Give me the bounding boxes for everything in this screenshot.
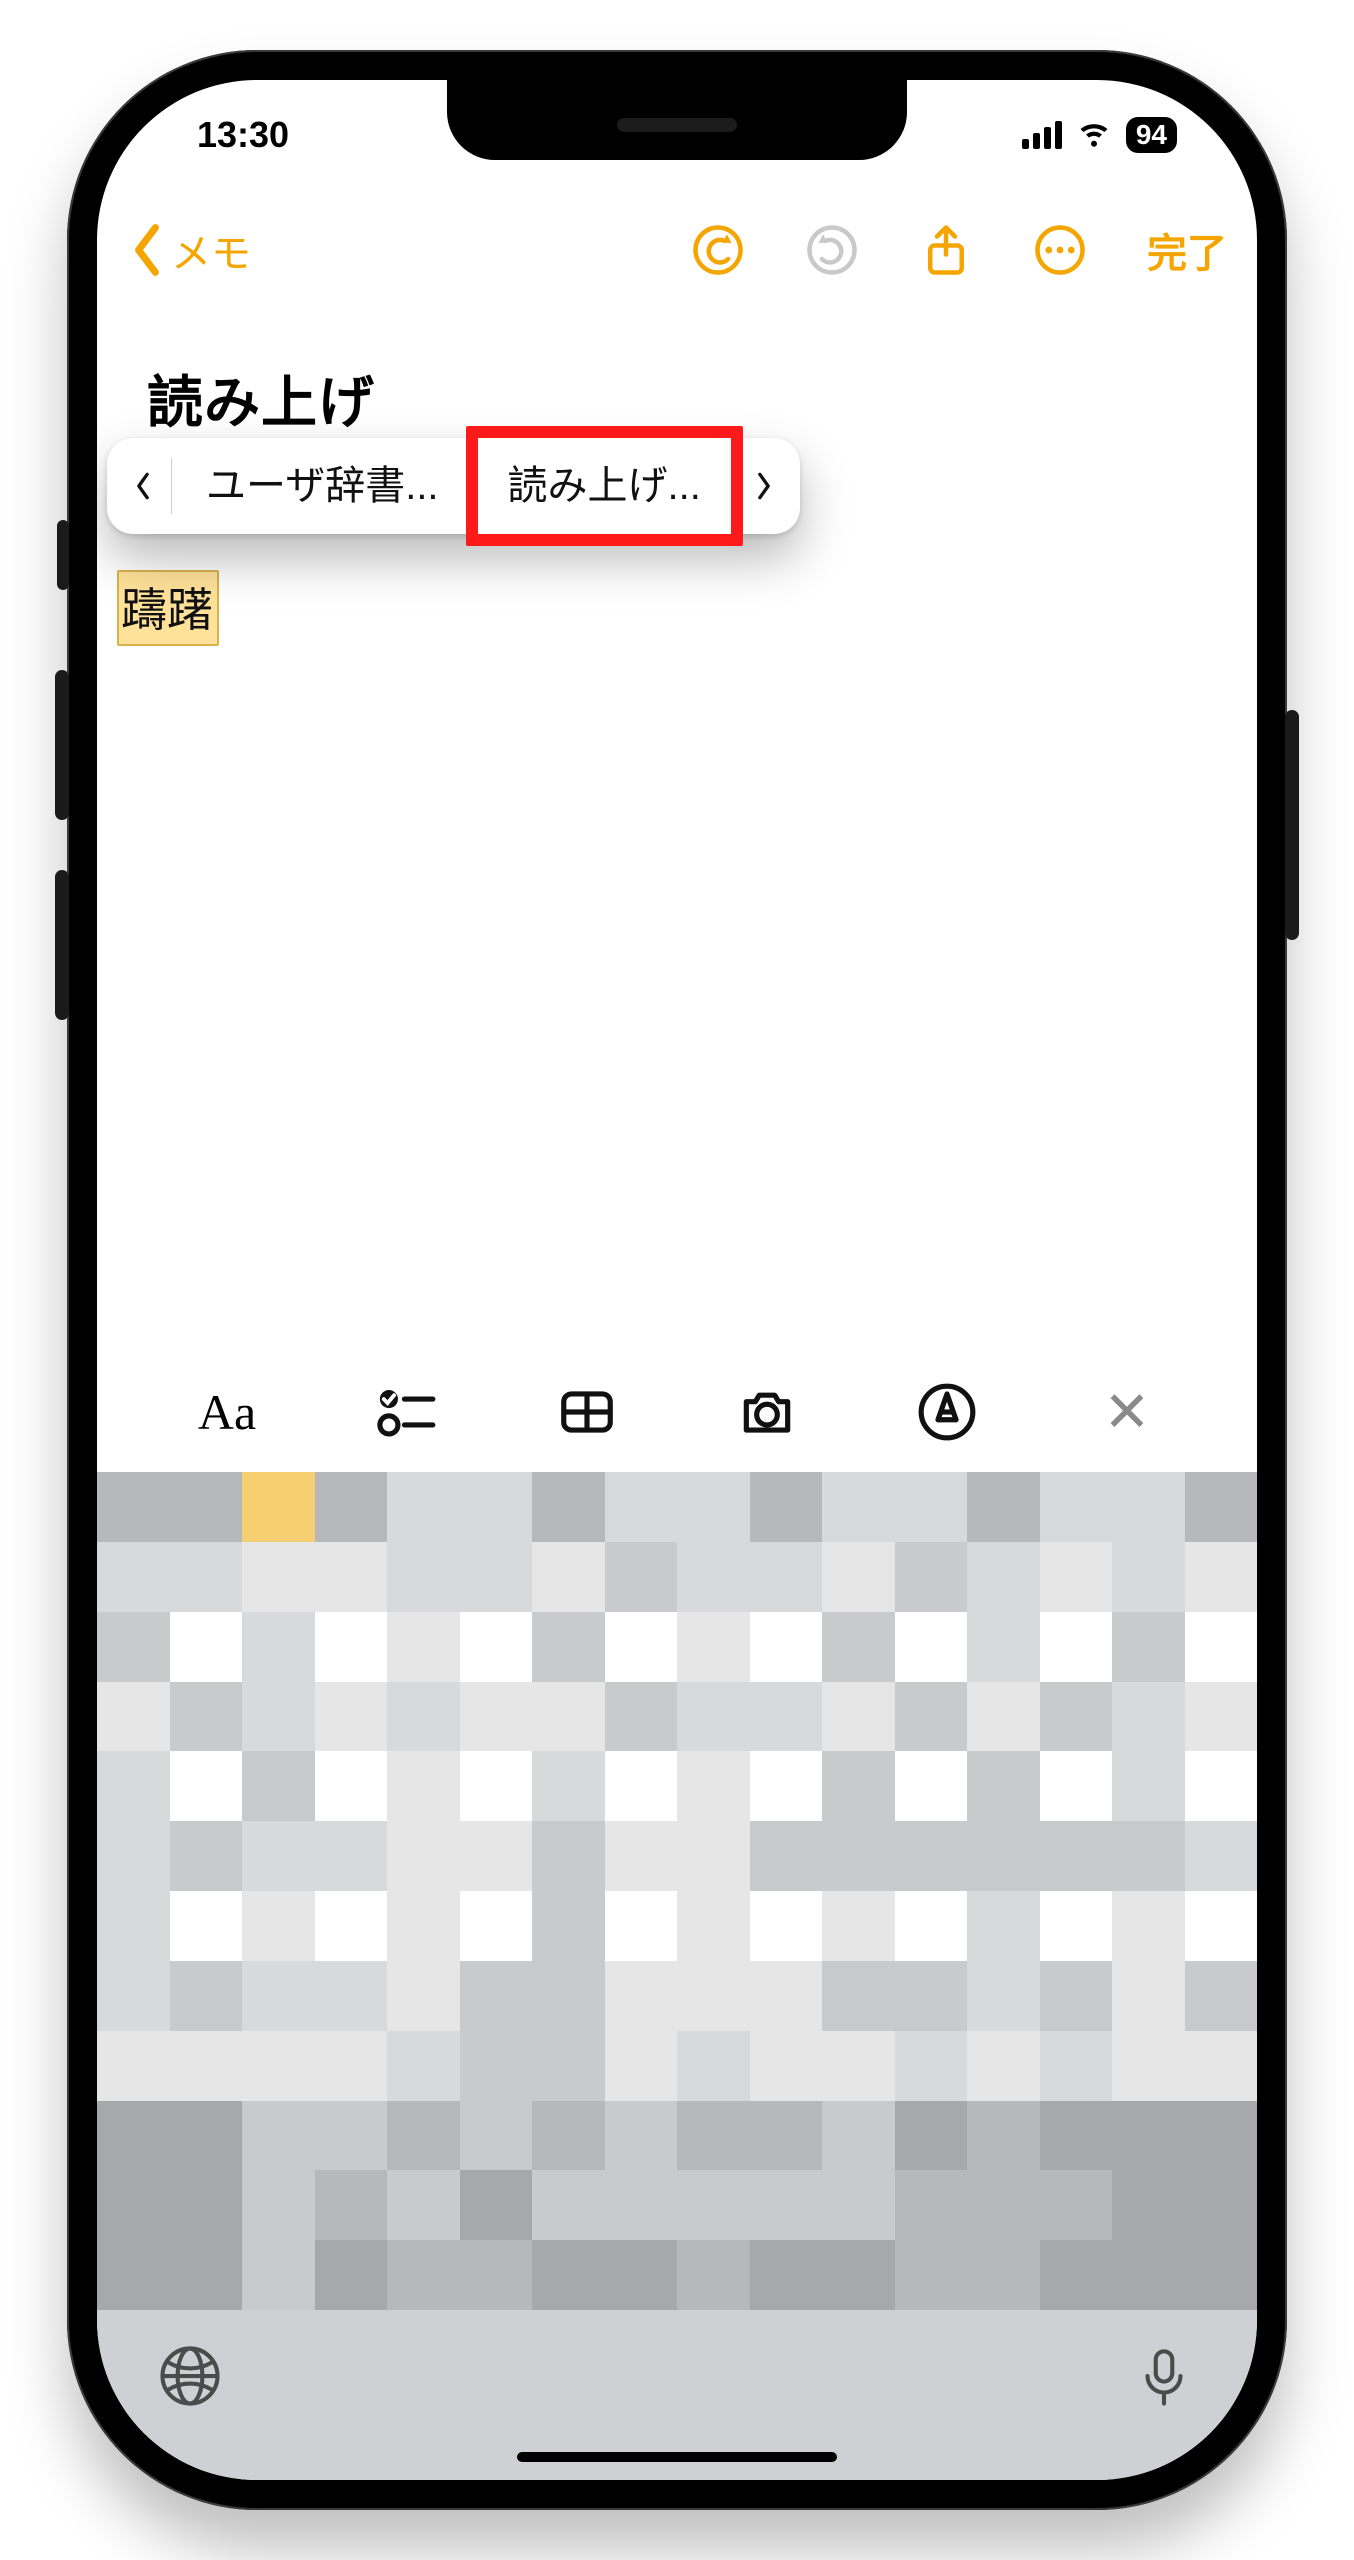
wifi-icon xyxy=(1076,113,1112,158)
redo-button xyxy=(805,223,859,277)
back-label: メモ xyxy=(171,221,251,279)
volume-down-button[interactable] xyxy=(55,870,69,1020)
text-selection-menu: ユーザ辞書... 読み上げ... xyxy=(107,438,800,534)
table-button[interactable] xyxy=(552,1377,622,1447)
selected-text[interactable]: 躊躇 xyxy=(117,570,219,646)
notch xyxy=(447,80,907,160)
menu-next-button[interactable] xyxy=(736,469,792,503)
checklist-button[interactable] xyxy=(372,1377,442,1447)
done-button[interactable]: 完了 xyxy=(1147,221,1227,279)
dictation-button[interactable] xyxy=(1131,2343,1197,2414)
note-title[interactable]: 読み上げ xyxy=(147,358,1207,439)
cellular-signal-icon xyxy=(1022,121,1062,149)
back-button[interactable]: メモ xyxy=(127,221,251,279)
undo-button[interactable] xyxy=(691,223,745,277)
phone-frame: 13:30 94 メモ xyxy=(67,50,1287,2510)
camera-button[interactable] xyxy=(732,1377,802,1447)
home-indicator[interactable] xyxy=(517,2452,837,2462)
menu-item-speak-label: 読み上げ... xyxy=(508,464,701,508)
battery-badge: 94 xyxy=(1126,117,1177,153)
keyboard[interactable] xyxy=(97,1472,1257,2310)
close-toolbar-button[interactable]: ✕ xyxy=(1092,1377,1162,1447)
screen: 13:30 94 メモ xyxy=(97,80,1257,2480)
nav-bar: メモ 完了 xyxy=(97,190,1257,310)
globe-button[interactable] xyxy=(157,2343,223,2414)
volume-up-button[interactable] xyxy=(55,670,69,820)
chevron-left-icon xyxy=(127,222,167,278)
clock: 13:30 xyxy=(167,114,289,156)
power-button[interactable] xyxy=(1285,710,1299,940)
text-format-button[interactable]: Aa xyxy=(192,1377,262,1447)
menu-prev-button[interactable] xyxy=(115,469,171,503)
markup-button[interactable] xyxy=(912,1377,982,1447)
mute-switch[interactable] xyxy=(57,520,69,590)
menu-item-speak[interactable]: 読み上げ... xyxy=(474,438,735,534)
selected-text-wrapper: 躊躇 xyxy=(117,570,219,646)
format-toolbar: Aa ✕ xyxy=(97,1352,1257,1472)
more-button[interactable] xyxy=(1033,223,1087,277)
share-button[interactable] xyxy=(919,223,973,277)
menu-item-user-dictionary[interactable]: ユーザ辞書... xyxy=(172,438,473,534)
